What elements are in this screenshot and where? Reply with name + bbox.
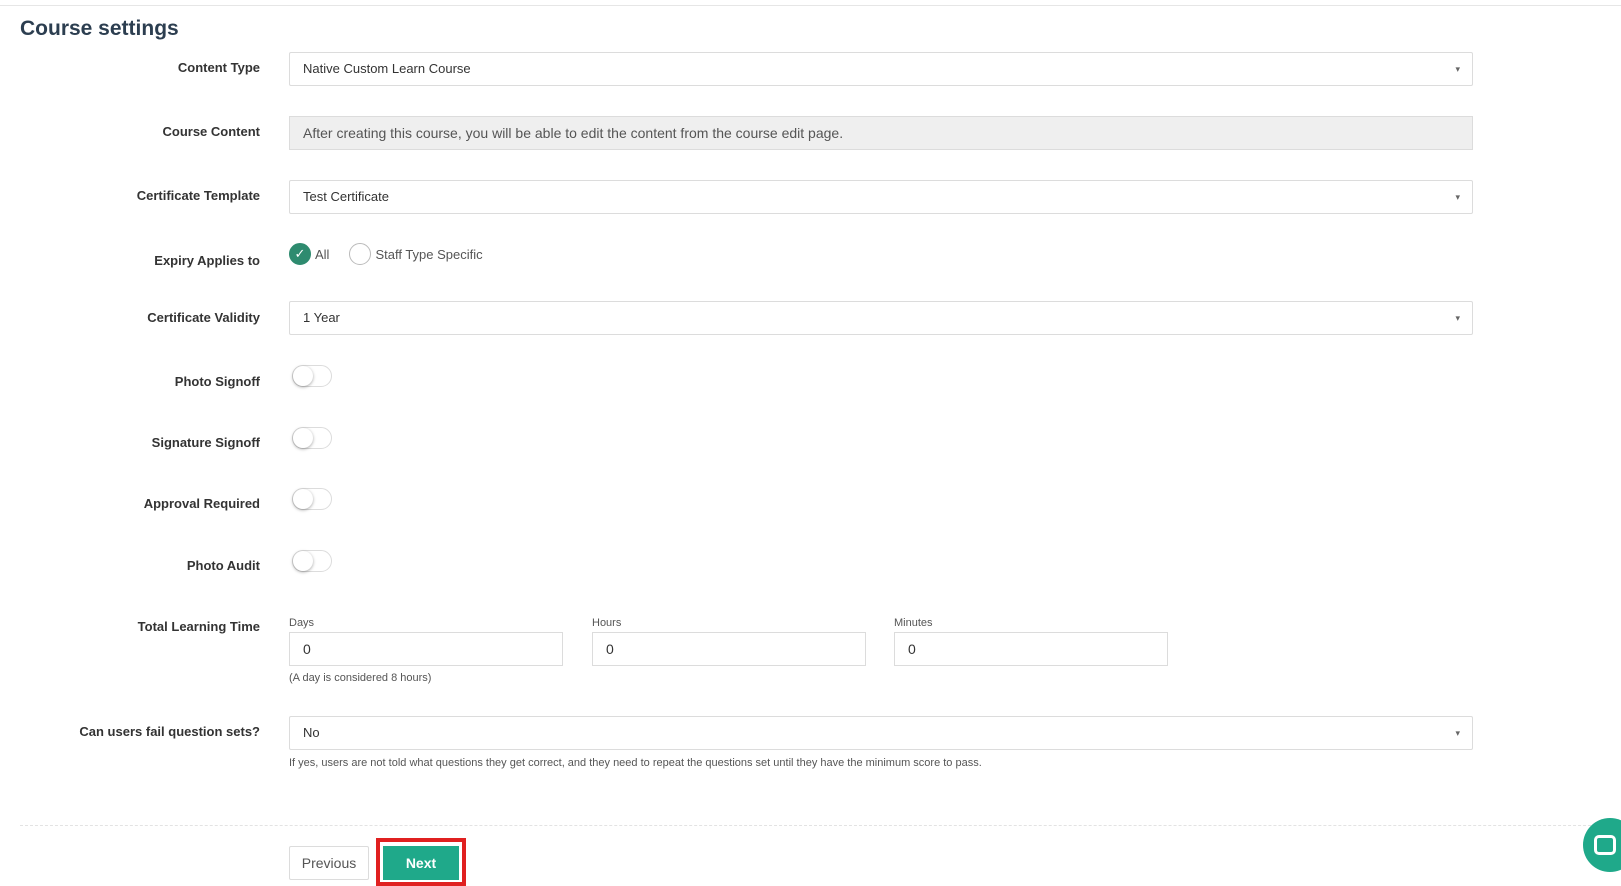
photo-audit-toggle[interactable] (292, 550, 332, 572)
course-content-label: Course Content (162, 124, 261, 139)
certificate-template-label: Certificate Template (136, 188, 260, 203)
learning-time-help: (A day is considered 8 hours) (289, 672, 432, 684)
hours-field: Hours 0 (592, 617, 866, 666)
radio-staff-type-specific-label: Staff Type Specific (375, 246, 483, 262)
form-divider (20, 825, 1621, 826)
next-button[interactable]: Next (383, 846, 459, 880)
certificate-validity-select[interactable]: 1 Year ▾ (289, 301, 1473, 335)
toggle-knob (293, 489, 313, 509)
certificate-template-select[interactable]: Test Certificate ▾ (289, 180, 1473, 214)
chevron-down-icon: ▾ (1455, 192, 1460, 202)
chevron-down-icon: ▾ (1455, 728, 1460, 738)
content-type-value: Native Custom Learn Course (303, 61, 471, 76)
page-title: Course settings (20, 17, 179, 40)
top-divider (0, 5, 1621, 6)
chevron-down-icon: ▾ (1455, 313, 1460, 323)
minutes-label: Minutes (894, 617, 933, 629)
fail-question-sets-select[interactable]: No ▾ (289, 716, 1473, 750)
radio-all-label: All (315, 246, 330, 262)
fail-question-sets-value: No (303, 725, 320, 740)
photo-signoff-toggle[interactable] (292, 365, 332, 387)
minutes-input[interactable]: 0 (894, 632, 1168, 666)
hours-input[interactable]: 0 (592, 632, 866, 666)
approval-required-toggle[interactable] (292, 488, 332, 510)
days-field: Days 0 (289, 617, 563, 666)
radio-all[interactable]: ✓ (289, 243, 311, 265)
course-content-readonly: After creating this course, you will be … (289, 116, 1473, 150)
expiry-applies-label: Expiry Applies to (154, 253, 260, 268)
photo-audit-label: Photo Audit (186, 558, 260, 573)
chat-icon (1594, 835, 1616, 855)
toggle-knob (293, 551, 313, 571)
minutes-field: Minutes 0 (894, 617, 1168, 666)
check-icon: ✓ (294, 246, 306, 261)
signature-signoff-toggle[interactable] (292, 427, 332, 449)
certificate-template-value: Test Certificate (303, 189, 389, 204)
days-input[interactable]: 0 (289, 632, 563, 666)
fail-question-sets-label: Can users fail question sets? (79, 724, 260, 739)
certificate-validity-label: Certificate Validity (147, 310, 260, 325)
chevron-down-icon: ▾ (1455, 64, 1460, 74)
expiry-radio-group: ✓ All Staff Type Specific (289, 243, 503, 265)
content-type-label: Content Type (177, 60, 260, 75)
total-learning-time-label: Total Learning Time (137, 619, 260, 634)
approval-required-label: Approval Required (143, 496, 260, 511)
toggle-knob (293, 428, 313, 448)
fail-question-sets-help: If yes, users are not told what question… (289, 757, 982, 769)
previous-button[interactable]: Previous (289, 846, 369, 880)
certificate-validity-value: 1 Year (303, 310, 340, 325)
hours-label: Hours (592, 617, 622, 629)
signature-signoff-label: Signature Signoff (151, 435, 260, 450)
chat-launcher-button[interactable] (1583, 818, 1621, 872)
photo-signoff-label: Photo Signoff (174, 374, 260, 389)
radio-staff-type-specific[interactable] (349, 243, 372, 265)
content-type-select[interactable]: Native Custom Learn Course ▾ (289, 52, 1473, 86)
toggle-knob (293, 366, 313, 386)
days-label: Days (289, 617, 315, 629)
